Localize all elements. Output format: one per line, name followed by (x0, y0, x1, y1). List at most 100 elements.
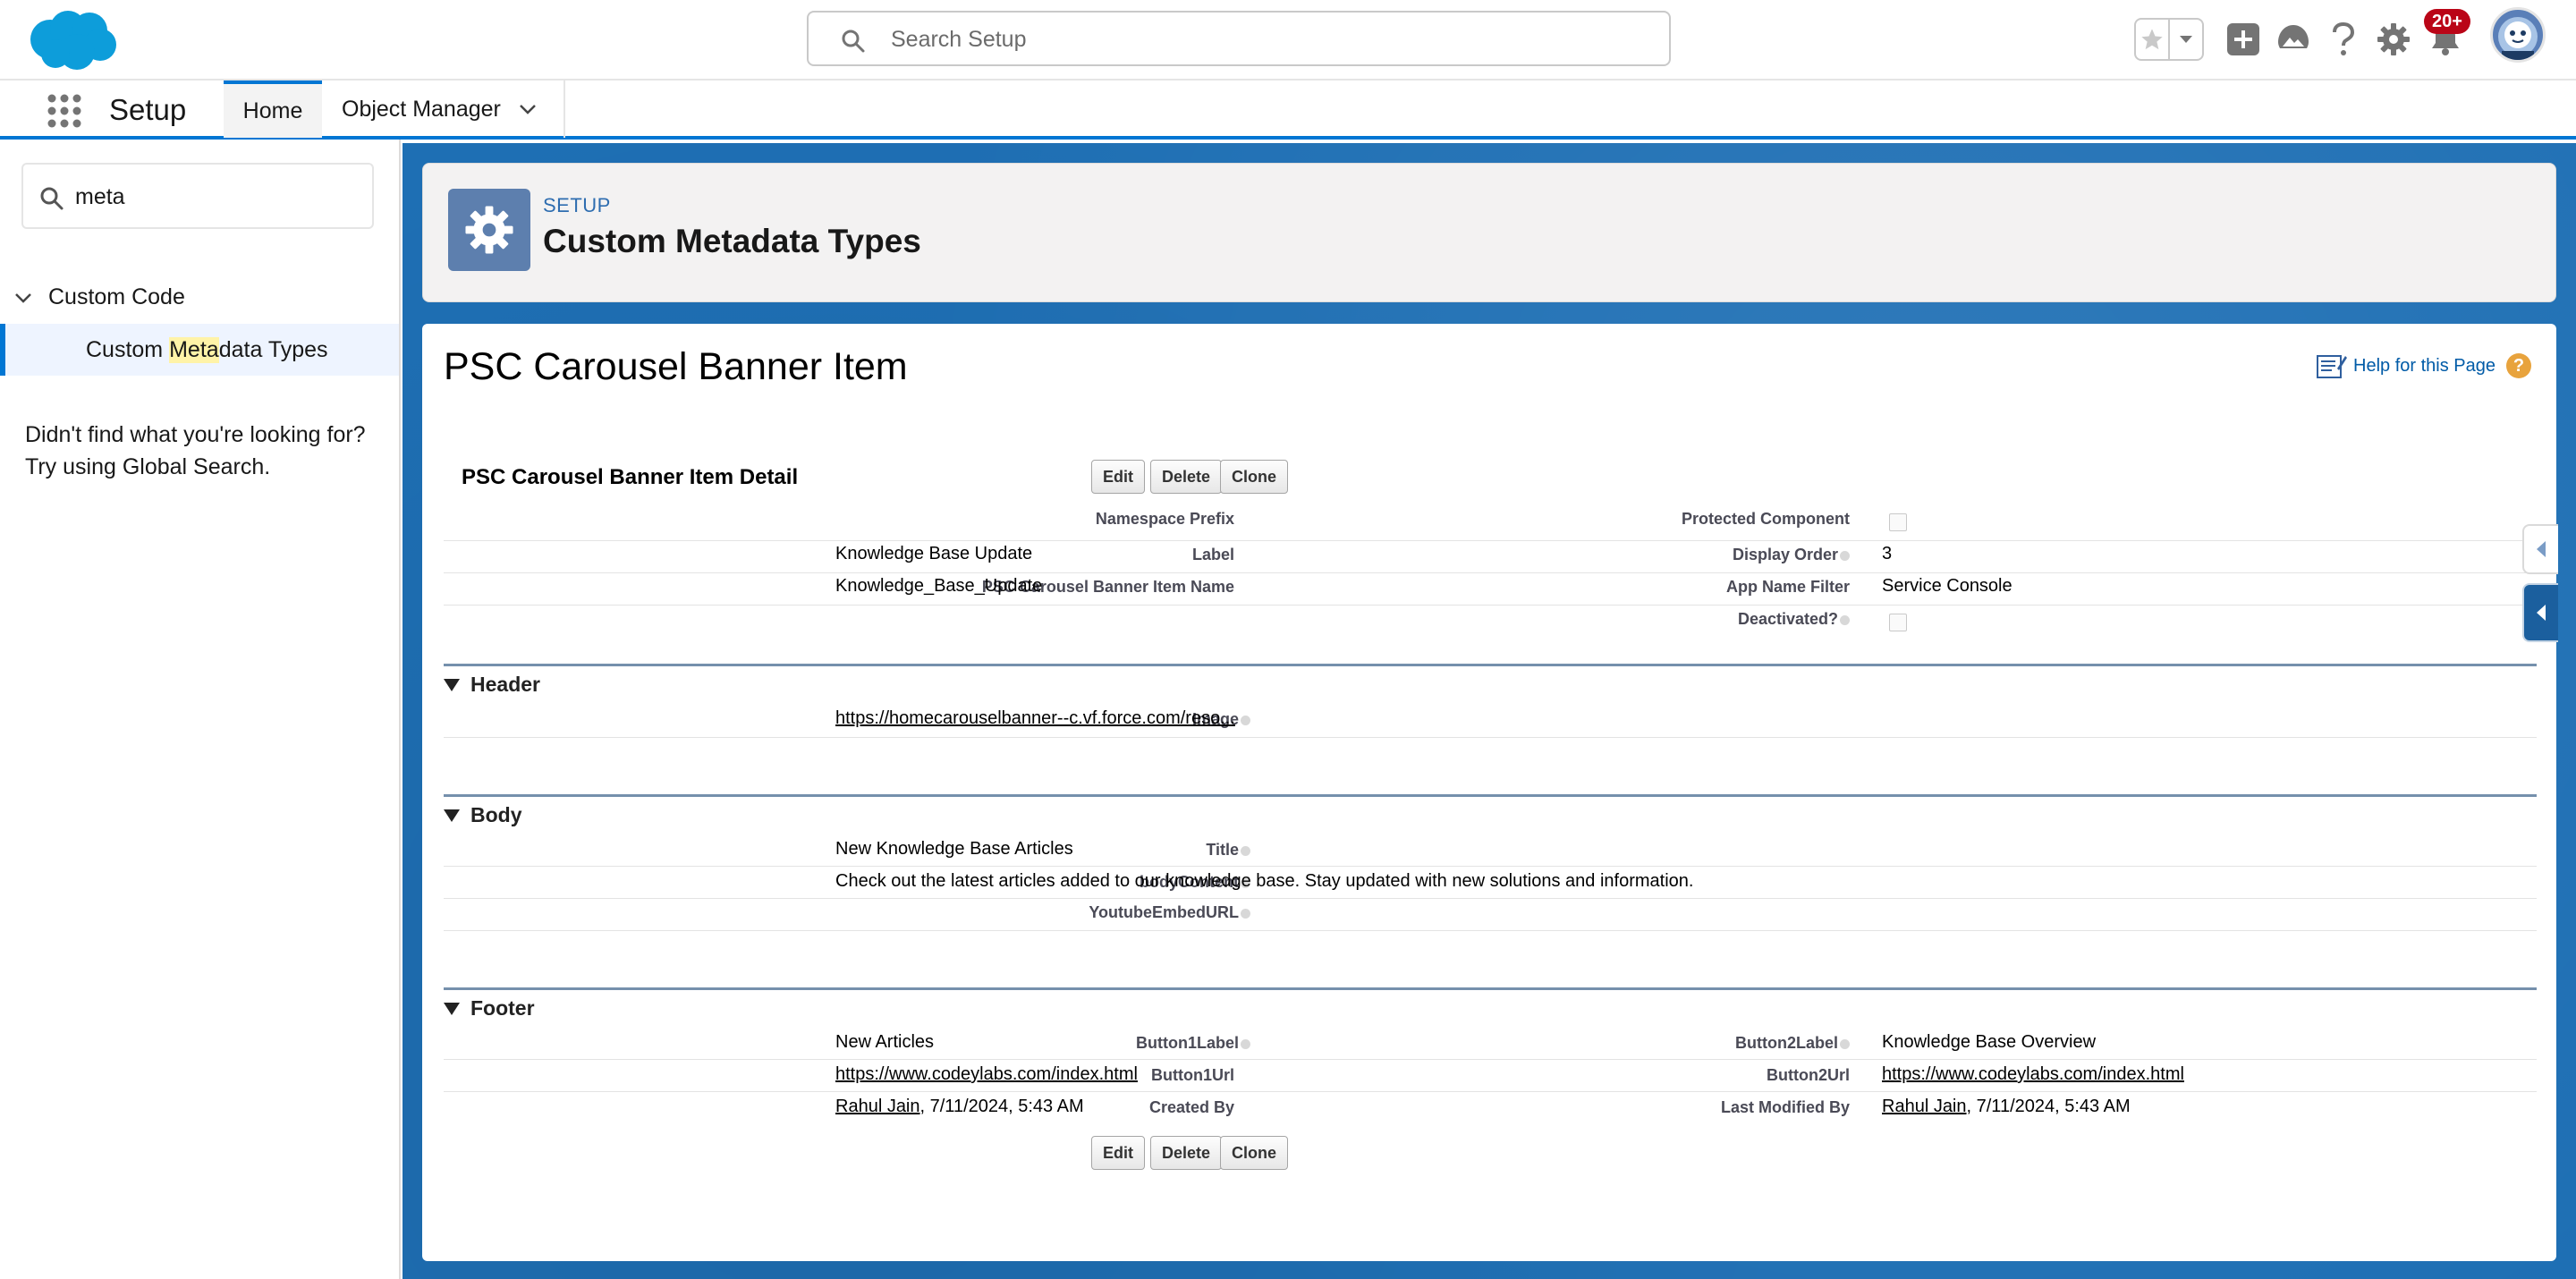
created-by-user-link[interactable]: Rahul Jain (835, 1097, 920, 1116)
global-header: 20+ (0, 0, 2576, 79)
page-header: SETUP Custom Metadata Types (422, 163, 2556, 302)
global-search[interactable] (807, 11, 1671, 66)
collapse-triangle-icon[interactable] (444, 678, 460, 691)
detail-section-title: PSC Carousel Banner Item Detail (462, 465, 799, 489)
record-title: PSC Carousel Banner Item (444, 345, 908, 388)
help-document-icon (2317, 355, 2348, 378)
tab-object-manager[interactable]: Object Manager (342, 80, 547, 138)
chevron-down-icon[interactable] (2168, 20, 2202, 59)
search-icon (40, 187, 64, 210)
help-icon[interactable]: ? (2506, 353, 2531, 378)
row-divider (444, 866, 2537, 867)
info-icon[interactable] (1241, 845, 1250, 856)
row-divider (444, 737, 2537, 738)
created-by-label: Created By (1148, 1098, 1234, 1116)
clone-button[interactable]: Clone (1220, 460, 1289, 494)
not-found-line2: Try using Global Search. (25, 454, 271, 479)
info-icon[interactable] (1241, 715, 1250, 725)
gear-icon (448, 189, 530, 271)
display-order-label: Display Order (1733, 546, 1850, 564)
app-name-filter-label: App Name Filter (1725, 578, 1850, 596)
button1-label-label: Button1Label (1136, 1034, 1250, 1053)
tree-group-label: Custom Code (48, 284, 185, 309)
button1-url-label: Button1Url (1151, 1066, 1234, 1084)
side-panel-toggle-active[interactable] (2522, 583, 2558, 642)
tab-home[interactable]: Home (224, 80, 322, 138)
row-divider (444, 540, 2537, 541)
avatar[interactable] (2490, 7, 2546, 63)
modified-by-date: , 7/11/2024, 5:43 AM (1966, 1097, 2131, 1116)
info-icon[interactable] (1241, 1038, 1250, 1049)
help-icon[interactable] (2324, 20, 2363, 59)
section-header-label: Header (470, 673, 540, 696)
section-header-body[interactable]: Body (444, 803, 522, 827)
clone-button-bottom[interactable]: Clone (1220, 1136, 1289, 1170)
section-divider (444, 664, 2537, 666)
salesforce-logo[interactable] (23, 5, 120, 73)
button2-label-value: Knowledge Base Overview (1882, 1032, 2097, 1052)
collapse-triangle-icon[interactable] (444, 1002, 460, 1015)
help-for-this-page-link[interactable]: Help for this Page ? (2316, 352, 2531, 379)
trailhead-icon[interactable] (2274, 20, 2313, 59)
search-highlight: Meta (169, 336, 219, 363)
tree-group-custom-code[interactable]: Custom Code (14, 284, 185, 310)
tree-item-suffix: data Types (218, 336, 328, 362)
favorites-group[interactable] (2134, 18, 2204, 61)
page-eyebrow: SETUP (543, 194, 611, 216)
quick-find[interactable] (21, 163, 374, 229)
last-modified-by-label: Last Modified By (1720, 1098, 1850, 1116)
add-icon[interactable] (2224, 20, 2263, 59)
button1-label-label-text: Button1Label (1136, 1034, 1239, 1052)
quick-find-input[interactable] (75, 181, 361, 213)
app-launcher-icon[interactable] (47, 93, 82, 129)
notification-badge[interactable]: 20+ (2424, 9, 2470, 34)
section-divider (444, 794, 2537, 797)
help-link-label[interactable]: Help for this Page (2353, 356, 2496, 377)
star-icon[interactable] (2136, 20, 2168, 59)
nav-divider (564, 80, 565, 138)
section-header-label: Footer (470, 996, 535, 1020)
label-field-label: Label (1191, 546, 1234, 563)
section-header-header[interactable]: Header (444, 673, 540, 697)
edit-button[interactable]: Edit (1091, 460, 1145, 494)
global-search-input[interactable] (891, 23, 1642, 55)
row-divider (444, 572, 2537, 573)
modified-by-user-link[interactable]: Rahul Jain (1882, 1097, 1967, 1116)
delete-button[interactable]: Delete (1150, 460, 1223, 494)
info-icon[interactable] (1840, 1038, 1850, 1049)
created-by-value: Rahul Jain, 7/11/2024, 5:43 AM (835, 1097, 1084, 1117)
chevron-down-icon[interactable] (14, 292, 32, 304)
button2-url-link[interactable]: https://www.codeylabs.com/index.html (1882, 1064, 2184, 1085)
info-icon[interactable] (1840, 550, 1850, 561)
not-found-message: Didn't find what you're looking for? Try… (25, 419, 392, 483)
tree-item-custom-metadata-types[interactable]: Custom Meta data Types (0, 324, 399, 376)
youtube-embed-label: YoutubeEmbedURL (1089, 903, 1250, 922)
deactivated-label: Deactivated? (1738, 610, 1850, 629)
app-name-filter-value: Service Console (1882, 576, 2012, 596)
page-title: Custom Metadata Types (543, 223, 921, 259)
section-header-footer[interactable]: Footer (444, 996, 535, 1021)
button1-url-link[interactable]: https://www.codeylabs.com/index.html (835, 1064, 1138, 1085)
title-label: Title (1206, 841, 1250, 860)
image-link[interactable]: https://homecarouselbanner--c.vf.force.c… (835, 708, 1235, 729)
side-panel-toggle[interactable] (2522, 524, 2558, 574)
collapse-triangle-icon[interactable] (444, 809, 460, 822)
title-value: New Knowledge Base Articles (835, 839, 1073, 859)
info-icon[interactable] (1241, 908, 1250, 919)
info-icon[interactable] (1840, 614, 1850, 625)
namespace-prefix-label: Namespace Prefix (1095, 510, 1234, 528)
last-modified-by-value: Rahul Jain, 7/11/2024, 5:43 AM (1882, 1097, 2131, 1117)
button2-label-label: Button2Label (1735, 1034, 1850, 1053)
api-name-value: Knowledge_Base_Update (835, 576, 1043, 596)
tab-home-label: Home (242, 97, 303, 123)
edit-button-bottom[interactable]: Edit (1091, 1136, 1145, 1170)
row-divider (444, 605, 2537, 606)
delete-button-bottom[interactable]: Delete (1150, 1136, 1223, 1170)
button1-label-value: New Articles (835, 1032, 935, 1052)
row-divider (444, 1091, 2537, 1092)
display-order-label-text: Display Order (1732, 546, 1838, 563)
tree-item-prefix: Custom (86, 336, 170, 362)
gear-icon[interactable] (2374, 20, 2413, 59)
chevron-down-icon[interactable] (519, 103, 537, 115)
deactivated-label-text: Deactivated? (1737, 610, 1838, 628)
